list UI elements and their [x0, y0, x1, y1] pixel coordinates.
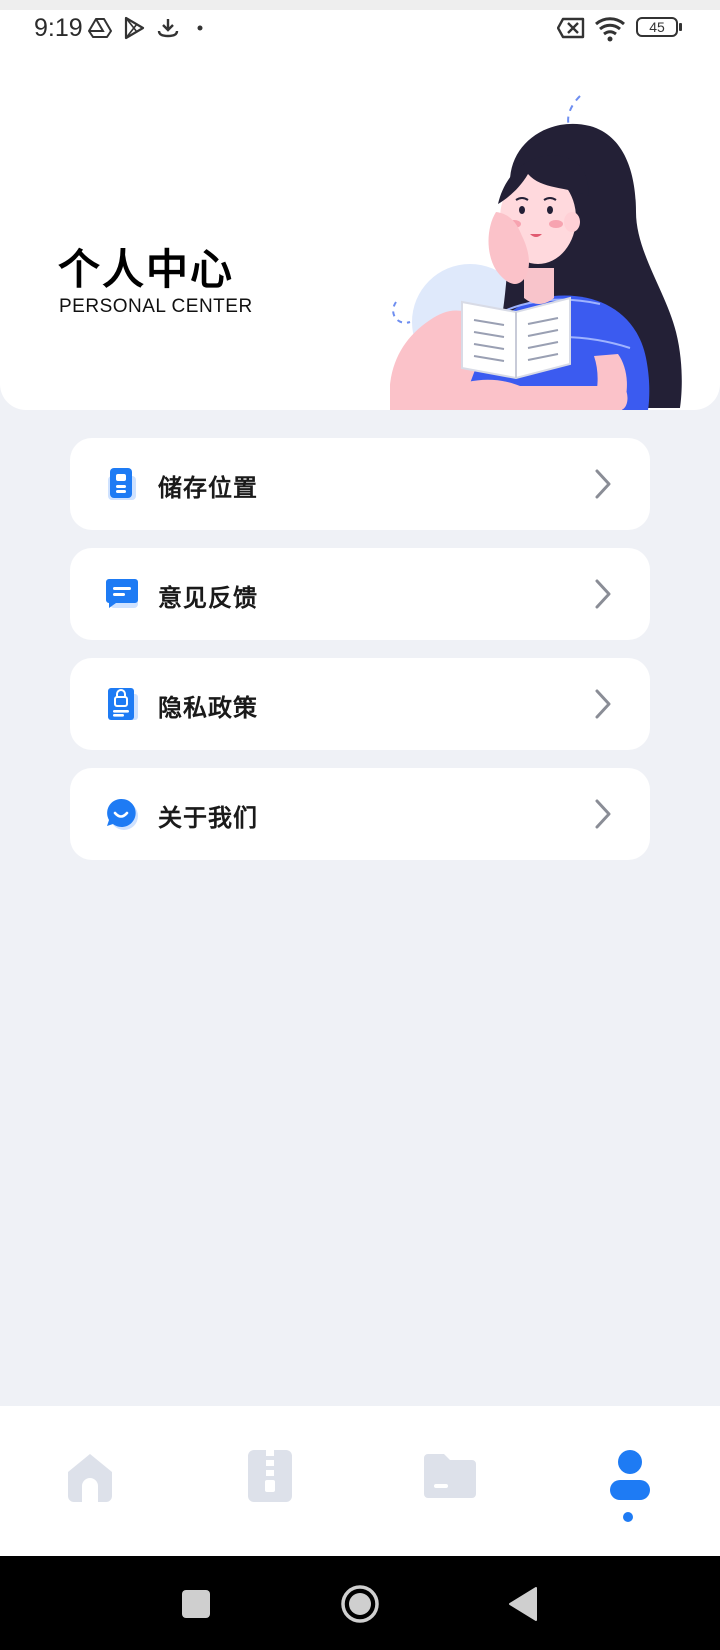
menu-item-label: 关于我们	[158, 804, 258, 832]
zip-file-icon[interactable]	[240, 1446, 300, 1506]
girl-reading-book-illustration	[390, 95, 682, 410]
active-tab-indicator	[623, 1512, 633, 1522]
menu-item-storage[interactable]: 储存位置	[70, 438, 650, 530]
about-icon	[107, 798, 138, 830]
chevron-right-icon	[595, 689, 611, 719]
menu-item-label: 隐私政策	[158, 694, 258, 722]
chevron-right-icon	[595, 799, 611, 829]
recent-apps-icon[interactable]	[181, 1584, 211, 1624]
personal-center-screen: 9:19 45 个人中心 PERSONAL CENTER 储存位置 意见反馈 隐…	[0, 0, 720, 1650]
page-subtitle: PERSONAL CENTER	[59, 296, 253, 317]
wifi-icon	[595, 17, 625, 42]
chevron-right-icon	[595, 579, 611, 609]
privacy-icon	[108, 688, 138, 720]
home-icon[interactable]	[60, 1446, 120, 1506]
drive-icon	[88, 18, 112, 38]
status-time: 9:19	[34, 14, 83, 42]
download-icon	[157, 19, 179, 38]
play-store-icon	[124, 16, 145, 40]
menu-item-label: 意见反馈	[158, 584, 258, 612]
profile-icon[interactable]	[600, 1446, 660, 1506]
battery-icon: 45	[636, 17, 682, 37]
system-navigation-bar	[0, 1556, 720, 1650]
chevron-right-icon	[595, 469, 611, 499]
bottom-navigation	[0, 1406, 720, 1556]
folder-icon[interactable]	[420, 1446, 480, 1506]
profile-header: 个人中心 PERSONAL CENTER	[0, 46, 720, 410]
menu-item-feedback[interactable]: 意见反馈	[70, 548, 650, 640]
feedback-icon	[106, 579, 138, 608]
no-sim-icon	[557, 17, 585, 39]
storage-icon	[108, 468, 136, 500]
dot-icon	[197, 25, 203, 31]
back-icon[interactable]	[508, 1584, 538, 1624]
home-button-icon[interactable]	[340, 1584, 380, 1624]
menu-item-about[interactable]: 关于我们	[70, 768, 650, 860]
menu-item-privacy[interactable]: 隐私政策	[70, 658, 650, 750]
menu-item-label: 储存位置	[158, 474, 258, 502]
page-title: 个人中心	[58, 245, 235, 294]
